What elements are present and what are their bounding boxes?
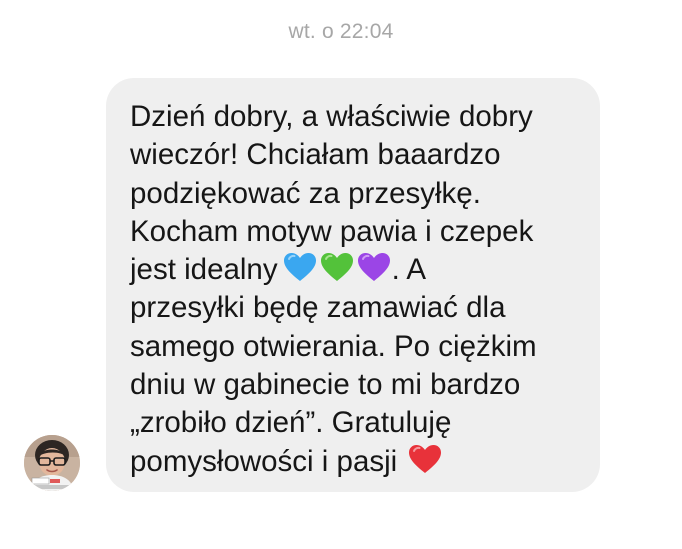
hearts-group-end	[407, 443, 443, 475]
message-timestamp: wt. o 22:04	[288, 20, 394, 43]
message-text-part2: . A przesyłki będę zamawiać dla samego o…	[130, 253, 537, 478]
message-bubble[interactable]: Dzień dobry, a właściwie dobry wieczór! …	[106, 78, 600, 492]
hearts-group	[282, 251, 392, 283]
message-text: Dzień dobry, a właściwie dobry wieczór! …	[130, 98, 578, 481]
purple-heart-icon	[356, 251, 392, 283]
red-heart-icon	[407, 443, 443, 475]
sender-avatar[interactable]	[24, 435, 80, 491]
blue-heart-icon	[282, 251, 318, 283]
profile-photo	[24, 435, 80, 491]
green-heart-icon	[319, 251, 355, 283]
